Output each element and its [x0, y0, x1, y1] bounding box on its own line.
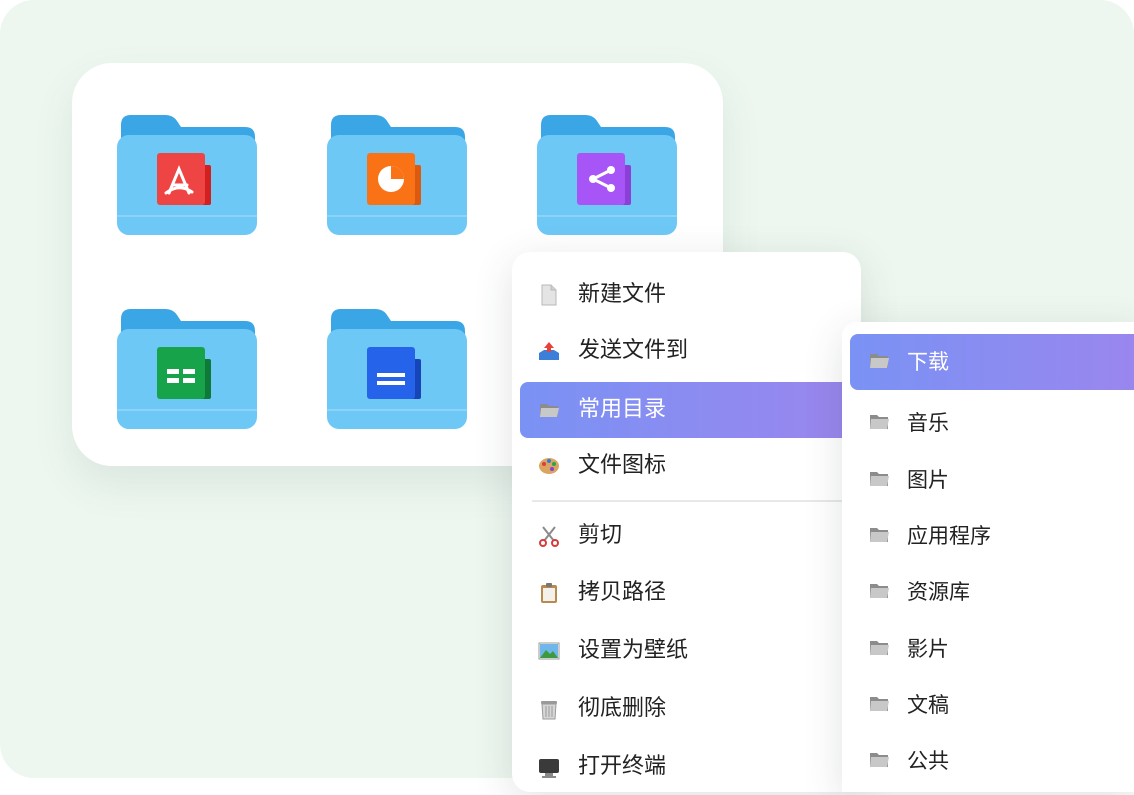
folder-icon	[540, 404, 559, 417]
folder-icon	[870, 472, 889, 486]
menu-item-label: 常用目录	[578, 397, 667, 422]
folder-spreadsheet[interactable]	[117, 307, 257, 429]
context-menu: 新建文件 发送文件到 常用目录 文件图标 剪切 拷贝路径 设置为壁纸 彻底删除 …	[512, 252, 861, 792]
submenu-item-pictures[interactable]: 图片	[850, 452, 1134, 508]
wallpaper-icon	[538, 642, 560, 660]
menu-item-label: 彻底删除	[578, 696, 667, 721]
folder-icon	[870, 528, 889, 542]
submenu-item-music[interactable]: 音乐	[850, 395, 1134, 451]
folder-share[interactable]	[537, 113, 677, 235]
menu-item-label: 打开终端	[578, 754, 667, 779]
clipboard-icon	[541, 583, 557, 603]
menu-divider	[532, 500, 850, 502]
menu-item-file-icon[interactable]: 文件图标	[520, 438, 850, 494]
submenu-item-applications[interactable]: 应用程序	[850, 508, 1134, 564]
submenu-item-downloads[interactable]: 下载	[850, 334, 1134, 390]
common-folders-submenu: 下载 音乐 图片 应用程序 资源库 影片 文稿 公共	[842, 322, 1134, 792]
folder-icon	[870, 641, 889, 655]
menu-item-label: 发送文件到	[578, 338, 689, 363]
folder-icon	[870, 584, 889, 598]
submenu-item-library[interactable]: 资源库	[850, 564, 1134, 620]
document-icon	[367, 347, 421, 399]
menu-item-label: 剪切	[578, 523, 623, 548]
menu-item-permanent-delete[interactable]: 彻底删除	[520, 681, 850, 737]
pdf-icon	[157, 153, 211, 205]
submenu-item-label: 公共	[907, 749, 949, 773]
share-icon	[577, 153, 631, 205]
send-tray-icon	[539, 342, 559, 360]
menu-item-label: 拷贝路径	[578, 580, 667, 605]
menu-item-copy-path[interactable]: 拷贝路径	[520, 565, 850, 621]
menu-item-open-terminal[interactable]: 打开终端	[520, 739, 850, 795]
menu-item-new-file[interactable]: 新建文件	[520, 267, 850, 323]
submenu-item-label: 图片	[907, 468, 949, 492]
submenu-item-label: 资源库	[907, 580, 970, 604]
submenu-item-public[interactable]: 公共	[850, 733, 1134, 789]
folder-icon	[870, 753, 889, 767]
folder-icon	[870, 415, 889, 429]
menu-item-label: 文件图标	[578, 453, 667, 478]
menu-item-label: 新建文件	[578, 282, 667, 307]
submenu-item-label: 应用程序	[907, 524, 991, 548]
submenu-item-movies[interactable]: 影片	[850, 621, 1134, 677]
menu-item-label: 设置为壁纸	[578, 638, 689, 663]
submenu-item-documents[interactable]: 文稿	[850, 677, 1134, 733]
menu-item-cut[interactable]: 剪切	[520, 508, 850, 564]
folder-presentation[interactable]	[327, 113, 467, 235]
spreadsheet-icon	[157, 347, 211, 399]
pie-chart-icon	[367, 153, 421, 205]
folder-pdf[interactable]	[117, 113, 257, 235]
submenu-item-label: 文稿	[907, 693, 949, 717]
menu-item-common-folders[interactable]: 常用目录	[520, 382, 850, 438]
submenu-item-label: 下载	[907, 350, 949, 374]
terminal-icon	[539, 759, 559, 778]
folder-icon	[870, 354, 889, 368]
scissors-icon	[539, 526, 559, 547]
menu-item-send-file-to[interactable]: 发送文件到	[520, 323, 850, 379]
submenu-item-label: 影片	[907, 637, 949, 661]
folder-icon	[870, 697, 889, 711]
submenu-item-label: 音乐	[907, 411, 949, 435]
new-file-icon	[541, 284, 557, 306]
menu-item-set-wallpaper[interactable]: 设置为壁纸	[520, 623, 850, 679]
folder-document[interactable]	[327, 307, 467, 429]
palette-icon	[539, 458, 559, 474]
trash-icon	[541, 701, 557, 720]
